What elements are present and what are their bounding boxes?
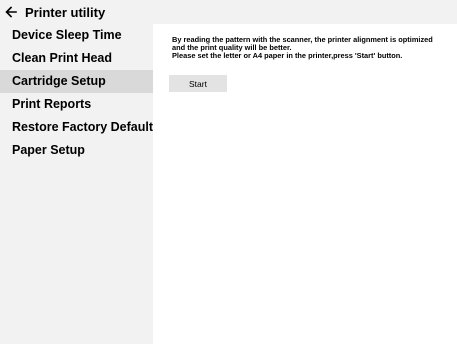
sidebar-item-device-sleep-time[interactable]: Device Sleep Time: [0, 24, 153, 47]
sidebar-item-paper-setup[interactable]: Paper Setup: [0, 139, 153, 162]
title-bar: Printer utility: [0, 0, 457, 24]
main-panel: By reading the pattern with the scanner,…: [153, 24, 457, 344]
sidebar-item-restore-factory-default[interactable]: Restore Factory Default: [0, 116, 153, 139]
app-title: Printer utility: [25, 4, 106, 20]
instruction-text: By reading the pattern with the scanner,…: [172, 36, 454, 60]
printer-utility-window: Printer utility Device Sleep Time Clean …: [0, 0, 457, 344]
start-button[interactable]: Start: [169, 75, 227, 92]
instruction-line-3: Please set the letter or A4 paper in the…: [172, 51, 403, 60]
sidebar: Device Sleep Time Clean Print Head Cartr…: [0, 24, 153, 344]
sidebar-item-cartridge-setup[interactable]: Cartridge Setup: [0, 70, 153, 93]
back-button[interactable]: [4, 3, 18, 21]
back-arrow-icon: [5, 6, 17, 18]
sidebar-item-print-reports[interactable]: Print Reports: [0, 93, 153, 116]
sidebar-item-clean-print-head[interactable]: Clean Print Head: [0, 47, 153, 70]
